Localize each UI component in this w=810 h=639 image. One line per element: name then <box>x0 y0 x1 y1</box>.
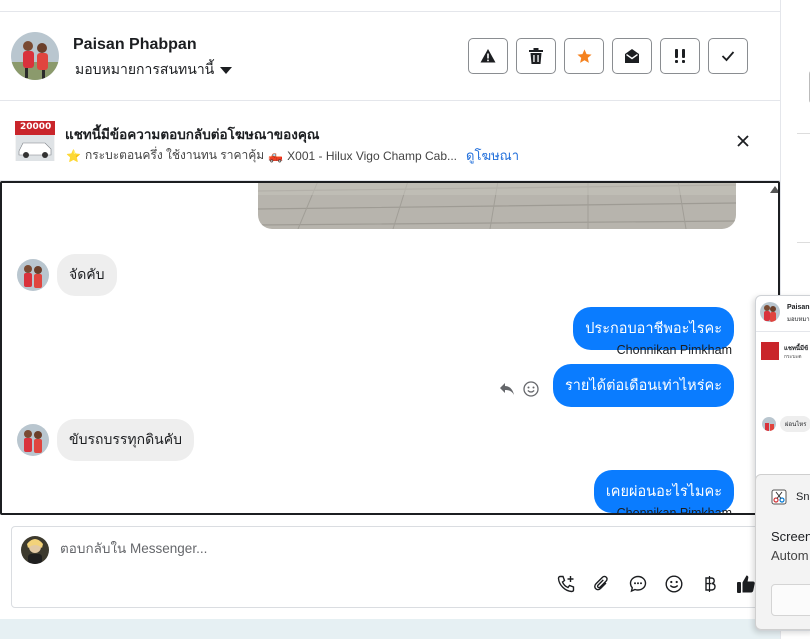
mark-done-button[interactable] <box>708 38 748 74</box>
popup-ad-sub: กระบะต <box>784 354 802 360</box>
trash-icon <box>529 48 543 64</box>
incoming-message-bubble[interactable]: จัดคับ <box>57 254 117 296</box>
contact-avatar-small <box>17 424 49 456</box>
popup-avatar <box>760 302 780 322</box>
snipping-tool-icon <box>771 489 787 505</box>
ad-banner-title: แชทนี้มีข้อความตอบกลับต่อโฆษณาของคุณ <box>65 127 320 142</box>
outgoing-message-bubble[interactable]: รายได้ต่อเดือนเท่าไหร่คะ <box>552 364 734 407</box>
call-button[interactable] <box>555 573 577 595</box>
popup-ad-title: แชทนี้มีข้ <box>784 346 809 352</box>
contact-name: Paisan Phabpan <box>73 36 197 53</box>
image-message[interactable] <box>258 183 736 229</box>
top-divider <box>0 0 780 12</box>
message-hover-tools <box>499 381 539 397</box>
smiley-icon <box>665 575 683 593</box>
incoming-message-row: จัดคับ <box>17 254 117 296</box>
delete-button[interactable] <box>516 38 556 74</box>
snip-app-name: Sni <box>796 491 810 503</box>
popup-assign: มอบหมา <box>787 317 810 323</box>
ad-thumbnail[interactable]: 20000 <box>15 121 55 161</box>
message-thread[interactable]: จัดคับ ประกอบอาชีพอะไรคะ Chonnikan Pimkh… <box>0 181 780 515</box>
incoming-message-bubble[interactable]: ขับรถบรรทุกดินคับ <box>57 419 194 461</box>
contact-avatar[interactable] <box>11 32 59 80</box>
priority-icon <box>675 49 685 63</box>
popup-message-bubble: ผ่อนไหร <box>780 416 810 432</box>
contact-avatar-small <box>17 259 49 291</box>
conversation-panel: Paisan Phabpan มอบหมายการสนทนานี้ 20000 … <box>0 0 780 639</box>
attach-button[interactable] <box>591 573 613 595</box>
conversation-actions <box>468 38 748 74</box>
page-avatar <box>21 536 49 564</box>
phone-plus-icon <box>557 575 575 593</box>
alert-triangle-icon <box>480 49 496 63</box>
snip-line-2: Autom <box>771 548 809 563</box>
snip-line-1: Screen <box>771 529 810 544</box>
sender-name: Chonnikan Pimkham <box>616 506 732 515</box>
sender-name: Chonnikan Pimkham <box>616 343 732 357</box>
caret-down-icon <box>220 67 233 74</box>
ad-subtitle-part1: กระบะตอนครึ่ง ใช้งานทน ราคาคุ้ม <box>84 148 265 162</box>
follow-up-button[interactable] <box>660 38 700 74</box>
divider <box>797 242 810 243</box>
chat-bubble-icon <box>629 575 647 593</box>
assign-label: มอบหมายการสนทนานี้ <box>75 61 215 77</box>
popup-avatar-small <box>762 417 776 431</box>
star-button[interactable] <box>564 38 604 74</box>
popup-contact-name: Paisan <box>787 304 810 311</box>
truck-emoji-icon: 🛻 <box>268 148 284 163</box>
divider <box>756 331 810 332</box>
saved-replies-button[interactable] <box>627 573 649 595</box>
emoji-button[interactable] <box>663 573 685 595</box>
paperclip-icon <box>594 575 608 591</box>
ad-reply-banner: 20000 แชทนี้มีข้อความตอบกลับต่อโฆษณาของค… <box>0 101 780 181</box>
like-button[interactable] <box>735 573 757 595</box>
payment-button[interactable] <box>699 573 721 595</box>
composer-toolbar <box>555 573 757 595</box>
ad-thumb-price: 20000 <box>20 122 52 132</box>
spam-button[interactable] <box>468 38 508 74</box>
close-icon[interactable] <box>734 132 752 150</box>
mark-unread-button[interactable] <box>612 38 652 74</box>
ad-subtitle-part2: X001 - Hilux Vigo Champ Cab... <box>287 148 458 163</box>
star-icon <box>576 48 592 63</box>
reply-composer <box>11 526 780 608</box>
popup-ad-thumb <box>761 342 779 360</box>
bottom-strip <box>0 619 780 639</box>
incoming-message-row: ขับรถบรรทุกดินคับ <box>17 419 194 461</box>
star-emoji-icon: ⭐ <box>66 148 81 163</box>
baht-icon <box>705 576 716 592</box>
snip-message: Screen Autom <box>771 527 810 565</box>
react-smiley-icon[interactable] <box>523 381 539 397</box>
reply-icon[interactable] <box>499 382 515 396</box>
assign-conversation-dropdown[interactable]: มอบหมายการสนทนานี้ <box>75 59 233 81</box>
check-icon <box>721 51 735 62</box>
scroll-up-arrow[interactable] <box>770 186 778 193</box>
snipping-tool-notification[interactable]: Sni Screen Autom <box>755 474 810 630</box>
view-ad-link[interactable]: ดูโฆษณา <box>466 145 519 166</box>
snip-action-button[interactable] <box>771 584 810 616</box>
ad-banner-subtitle: ⭐ กระบะตอนครึ่ง ใช้งานทน ราคาคุ้ม 🛻 X001… <box>66 145 519 166</box>
conversation-header: Paisan Phabpan มอบหมายการสนทนานี้ <box>0 12 780 101</box>
divider <box>797 133 810 134</box>
reply-input[interactable] <box>60 541 540 556</box>
envelope-open-icon <box>625 49 639 63</box>
thumbs-up-icon <box>737 575 755 593</box>
